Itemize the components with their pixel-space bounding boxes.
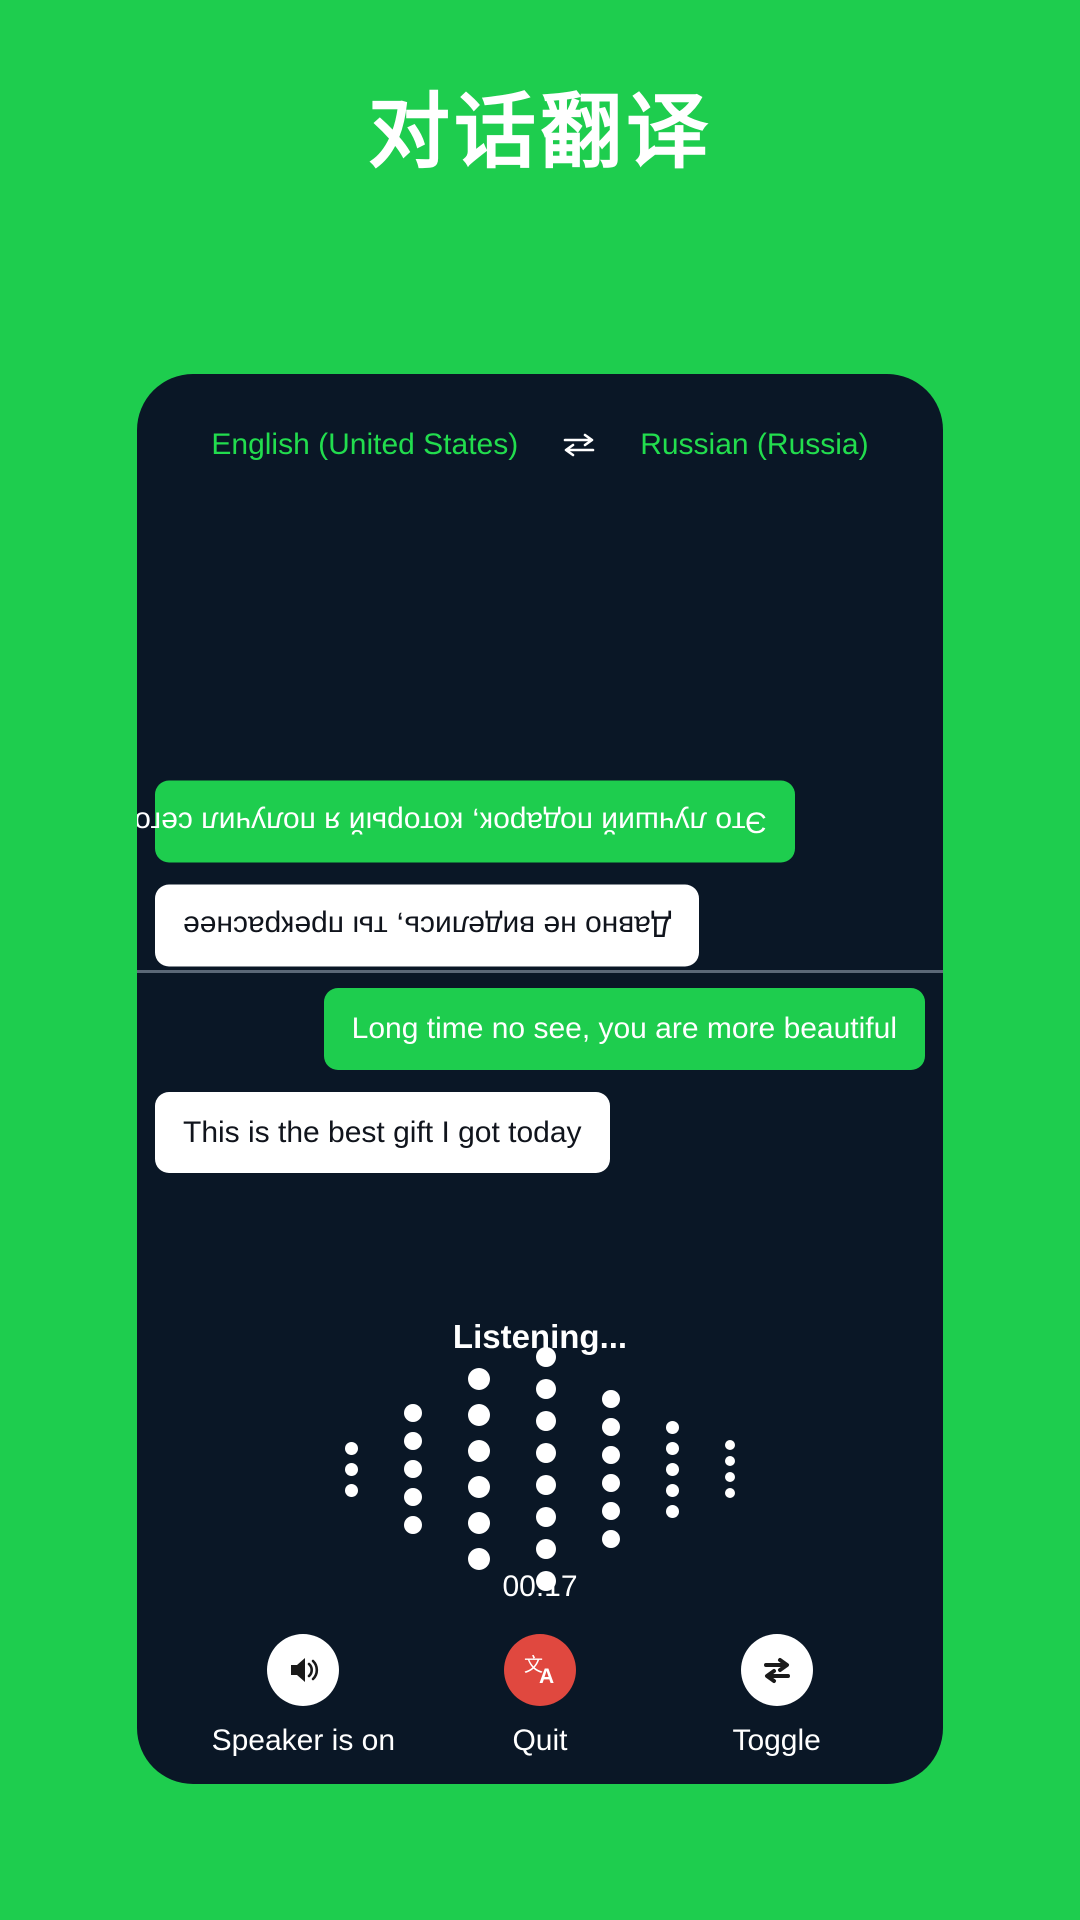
waveform-dot <box>536 1379 556 1399</box>
waveform-dot <box>725 1488 735 1498</box>
waveform-column <box>536 1341 556 1597</box>
waveform-dot <box>602 1390 620 1408</box>
waveform-dot <box>468 1548 490 1570</box>
waveform-column <box>468 1361 490 1577</box>
waveform-dot <box>536 1347 556 1367</box>
message-row: This is the best gift I got today <box>155 1091 925 1173</box>
swap-horizontal-icon[interactable] <box>560 426 598 464</box>
waveform-dot <box>602 1502 620 1520</box>
message-bubble-source-2[interactable]: This is the best gift I got today <box>155 1091 610 1173</box>
message-row: Это лучший подарок, который я получил се… <box>137 781 925 863</box>
waveform-dot <box>345 1462 358 1476</box>
source-language-label[interactable]: English (United States) <box>211 428 518 462</box>
waveform-dot <box>536 1443 556 1463</box>
waveform-dot <box>725 1472 735 1482</box>
waveform-dot <box>536 1411 556 1431</box>
waveform-dot <box>468 1476 490 1498</box>
waveform-dot <box>404 1432 422 1450</box>
speaker-toggle-button[interactable]: Speaker is on <box>193 1634 413 1758</box>
waveform-dot <box>468 1512 490 1534</box>
waveform-column <box>666 1417 679 1522</box>
toggle-label: Toggle <box>732 1724 821 1757</box>
waveform-dot <box>666 1462 679 1476</box>
waveform-dot <box>602 1446 620 1464</box>
waveform-dot <box>536 1539 556 1559</box>
waveform-dot <box>666 1483 679 1497</box>
quit-label: Quit <box>512 1724 568 1757</box>
waveform-dot <box>666 1420 679 1434</box>
waveform-dot <box>536 1507 556 1527</box>
recording-timer: 00:17 <box>502 1570 578 1603</box>
conversation-pane-top: Это лучший подарок, который я получил се… <box>137 494 943 966</box>
waveform-dot <box>725 1440 735 1450</box>
waveform-column <box>404 1399 422 1539</box>
waveform-dot <box>602 1530 620 1548</box>
waveform-dot <box>602 1474 620 1492</box>
message-bubble-translated-2[interactable]: Давно не виделись, ты прекраснее <box>155 884 700 966</box>
translate-icon[interactable]: 文 A <box>503 1634 576 1706</box>
pane-divider <box>137 970 943 973</box>
phone-screen-card: English (United States) Russian (Russia)… <box>137 374 943 1784</box>
waveform-dot <box>404 1404 422 1422</box>
toggle-button[interactable]: Toggle <box>667 1634 887 1758</box>
waveform-dot <box>725 1456 735 1466</box>
conversation-pane-bottom: Long time no see, you are more beautiful… <box>137 988 943 1173</box>
waveform-column <box>602 1385 620 1553</box>
waveform-dot <box>666 1441 679 1455</box>
message-bubble-translated-1[interactable]: Это лучший подарок, который я получил се… <box>137 781 795 863</box>
waveform-dot <box>345 1483 358 1497</box>
speaker-on-icon[interactable] <box>267 1634 340 1706</box>
audio-waveform-visualizer <box>137 1347 943 1591</box>
waveform-column <box>725 1437 735 1501</box>
waveform-dot <box>468 1368 490 1390</box>
waveform-dot <box>404 1488 422 1506</box>
swap-arrows-icon[interactable] <box>740 1634 813 1706</box>
waveform-dot <box>404 1460 422 1478</box>
message-row: Давно не виделись, ты прекраснее <box>155 884 925 966</box>
waveform-dot <box>345 1441 358 1455</box>
quit-button[interactable]: 文 A Quit <box>430 1634 650 1758</box>
waveform-dot <box>468 1440 490 1462</box>
waveform-dot <box>602 1418 620 1436</box>
svg-text:A: A <box>539 1665 554 1688</box>
target-language-label[interactable]: Russian (Russia) <box>640 428 868 462</box>
language-bar: English (United States) Russian (Russia) <box>137 422 943 468</box>
waveform-dot <box>536 1475 556 1495</box>
bottom-control-bar: Speaker is on 文 A Quit Toggle <box>137 1634 943 1758</box>
waveform-dot <box>404 1516 422 1534</box>
speaker-toggle-label: Speaker is on <box>211 1724 396 1757</box>
message-row: Long time no see, you are more beautiful <box>155 988 925 1070</box>
waveform-column <box>345 1438 358 1501</box>
waveform-dot <box>666 1504 679 1518</box>
page-title: 对话翻译 <box>367 87 712 178</box>
waveform-dot <box>468 1404 490 1426</box>
message-bubble-source-1[interactable]: Long time no see, you are more beautiful <box>323 988 925 1070</box>
